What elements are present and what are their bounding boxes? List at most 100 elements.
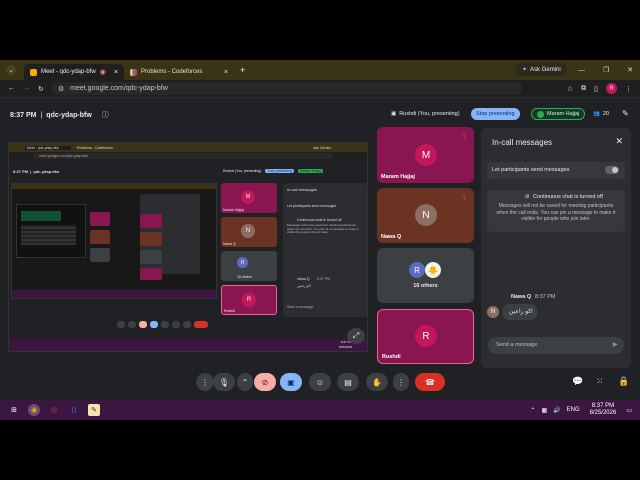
bookmark-icon[interactable]: ☆	[567, 85, 573, 93]
menu-icon[interactable]: ⋮	[625, 85, 632, 93]
continuous-chat-title: Continuous chat is turned off	[533, 194, 603, 200]
mic-off-icon: 🎙	[460, 195, 468, 201]
tab-meet[interactable]: Meet - qdc-ydap-bfw ◉ ×	[24, 64, 124, 80]
sidebar-icon[interactable]: ▯	[594, 85, 598, 93]
close-tab-icon[interactable]: ×	[114, 69, 118, 76]
notifications-icon[interactable]: ▭	[626, 407, 632, 414]
host-controls-icon[interactable]: ✎	[622, 109, 629, 118]
shared-tile-nawa-avatar: N	[241, 224, 255, 238]
tile-rushdi[interactable]: R Rushdi	[377, 309, 474, 364]
shared-controls	[117, 321, 208, 328]
reload-icon[interactable]: ↻	[38, 85, 44, 93]
chat-icon[interactable]: 💬	[572, 376, 583, 387]
shared-pills: Rushdi (You, presenting) Stop presenting…	[223, 169, 323, 173]
site-info-icon[interactable]: ⚙	[58, 85, 64, 93]
fullscreen-toggle-icon[interactable]: ⤢	[347, 328, 365, 344]
letterbox-top	[0, 0, 640, 60]
let-participants-label: Let participants send messages	[492, 167, 570, 173]
mic-button[interactable]: 🎙	[213, 373, 235, 391]
maximize-icon[interactable]: ❐	[603, 66, 609, 74]
shared-time-text: 8:37 PM	[13, 169, 29, 174]
clock[interactable]: 8:37 PM 8/25/2026	[590, 403, 617, 417]
shared-tab-problems: Problems - Codeforces	[76, 145, 113, 150]
host-lock-icon[interactable]: 🔒	[618, 376, 629, 387]
new-tab-button[interactable]: +	[240, 65, 245, 75]
vscode-icon[interactable]: ⟨⟩	[68, 404, 80, 416]
windows-start-icon[interactable]: ⊞	[8, 404, 20, 416]
shared-ctrl-6	[172, 321, 180, 328]
tile-nawa[interactable]: N 🎙 Nawa Q	[377, 188, 474, 243]
meeting-separator: |	[40, 111, 43, 119]
shared-let-send: Let participants send messages	[287, 204, 337, 208]
language-indicator[interactable]: ENG	[567, 407, 580, 413]
shared-tray-date: 8/25/2026	[339, 345, 353, 349]
tile-nawa-label: Nawa Q	[381, 234, 402, 240]
profile-avatar[interactable]: R	[606, 83, 617, 94]
let-participants-toggle[interactable]	[605, 166, 619, 174]
shared-message: اكو راعين	[297, 284, 311, 288]
tile-maram-avatar: M	[415, 144, 437, 166]
info-icon[interactable]: ⓘ	[102, 110, 109, 120]
minimize-icon[interactable]: —	[578, 67, 585, 74]
spotlight-chip[interactable]: Maram Hajjaj	[531, 108, 586, 120]
camera-off-button[interactable]: ⊘	[254, 373, 276, 391]
emoji-button[interactable]: ☺	[309, 373, 331, 391]
tile-maram[interactable]: M 🎙 Maram Hajjaj	[377, 127, 474, 183]
search-app-icon[interactable]: ◎	[48, 404, 60, 416]
meeting-code: qdc-ydap-bfw	[46, 111, 92, 119]
tile-others[interactable]: R 🐥 16 others	[377, 248, 474, 303]
chevron-up-icon[interactable]: ⌃	[530, 407, 535, 414]
shared-url: meet.google.com/qdc-ydap-bfw	[33, 153, 333, 159]
tile-nawa-avatar: N	[415, 204, 437, 226]
shared-chat-notice: Messages will not be saved for meeting p…	[287, 223, 359, 234]
captions-button[interactable]: ▤	[337, 373, 359, 391]
shared-stop-presenting: Stop presenting	[265, 169, 294, 173]
spotlight-name: Maram Hajjaj	[547, 111, 580, 117]
extensions-icon[interactable]: ⧉	[581, 85, 586, 93]
leave-call-button[interactable]: ☎	[415, 373, 445, 391]
close-window-icon[interactable]: ✕	[627, 66, 633, 74]
participants-button[interactable]: 👥 20	[588, 108, 614, 120]
shared-address: meet.google.com/qdc-ydap-bfw	[9, 152, 367, 160]
stop-presenting-button[interactable]: Stop presenting	[471, 108, 520, 120]
tab-problems[interactable]: Problems - Codeforces ×	[124, 64, 234, 80]
forward-icon[interactable]: →	[23, 85, 30, 92]
raise-hand-button[interactable]: ✋	[366, 373, 388, 391]
message-input-placeholder: Send a message	[496, 342, 538, 348]
nested-tile-7	[140, 268, 162, 280]
send-icon[interactable]: ➤	[611, 340, 618, 349]
volume-icon[interactable]: 🔊	[553, 407, 560, 414]
shared-chat-panel: In-call messages Let participants send m…	[283, 183, 367, 317]
meet-favicon-icon	[30, 68, 37, 76]
message-input[interactable]: Send a message ➤	[488, 337, 624, 354]
back-icon[interactable]: ←	[8, 85, 15, 92]
shared-sender: Nawa Q	[297, 277, 310, 281]
url-text: meet.google.com/qdc-ydap-bfw	[70, 85, 168, 92]
camera-options-button[interactable]: ⌃	[237, 373, 253, 391]
mic-off-icon: 🎙	[460, 134, 468, 140]
tile-others-avatar-1: R	[409, 262, 425, 278]
present-button[interactable]: ▣	[280, 373, 302, 391]
message-sender-avatar: N	[487, 306, 499, 318]
chat-off-icon: ⊘	[525, 194, 530, 200]
notes-app-icon[interactable]: ✎	[88, 404, 100, 416]
nested-code-window	[16, 204, 86, 258]
stop-presenting-label: Stop presenting	[476, 111, 515, 117]
url-field[interactable]: ⚙ meet.google.com/qdc-ydap-bfw	[51, 82, 522, 95]
audio-options-button[interactable]: ⋮	[196, 373, 214, 391]
shared-ctrl-7	[183, 321, 191, 328]
close-tab-icon[interactable]: ×	[224, 69, 228, 76]
shared-taskbar: 8:37 PM 8/25/2026	[9, 339, 367, 351]
tab-search-icon[interactable]: ⌄	[6, 65, 16, 75]
network-icon[interactable]: ▦	[541, 407, 547, 414]
recording-icon: ◉	[99, 69, 106, 76]
close-chat-icon[interactable]: ✕	[615, 136, 623, 147]
chrome-icon[interactable]: ◉	[28, 404, 40, 416]
shared-tile-maram: M Maram Hajjaj	[221, 183, 277, 213]
ask-gemini-button[interactable]: ✦ Ask Gemini	[516, 63, 567, 76]
more-options-button[interactable]: ⋮	[393, 373, 409, 391]
nested-tile-3	[90, 248, 110, 262]
tile-others-avatar-2: 🐥	[425, 262, 441, 278]
activities-icon[interactable]: ⁙	[596, 376, 604, 387]
codeforces-favicon-icon	[130, 68, 137, 76]
